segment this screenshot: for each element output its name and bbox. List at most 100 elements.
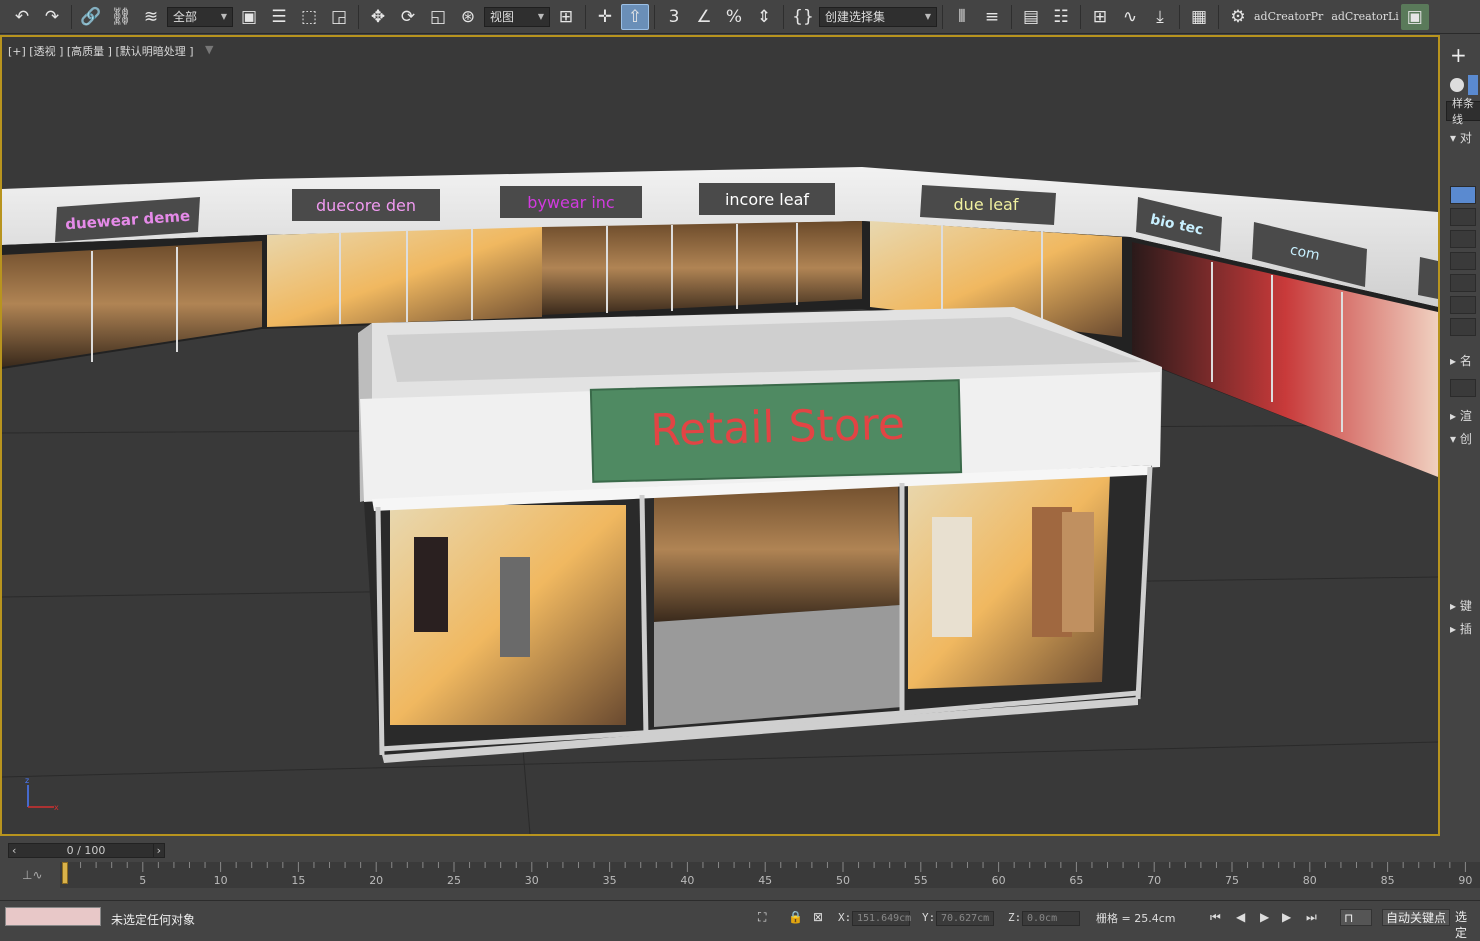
layer-explorer-icon[interactable]: ▤ <box>1017 4 1045 30</box>
axis-gizmo: z x <box>25 776 59 812</box>
plugin-label-1[interactable]: adCreatorPr <box>1254 10 1323 23</box>
x-label: X: <box>838 911 852 924</box>
angle-snap-icon[interactable]: ∠ <box>690 4 718 30</box>
snaps-toggle-icon[interactable]: 3 <box>660 4 688 30</box>
rollout-object-type[interactable]: ▾ 对 <box>1442 129 1480 146</box>
selection-lock-icon[interactable]: 🔒 <box>788 910 803 924</box>
keyboard-shortcut-toggle-icon[interactable]: ⇧ <box>621 3 649 30</box>
track-tick-label: 40 <box>680 874 694 887</box>
spinner-snap-icon[interactable]: ⇕ <box>750 4 778 30</box>
y-coordinate-field[interactable]: 70.627cm <box>936 911 994 926</box>
perspective-viewport[interactable]: duewear deme duecore den bywear inc inco… <box>0 35 1440 836</box>
retail-store-model: Retail Store <box>358 307 1162 763</box>
rollout-name-color[interactable]: ▸ 名 <box>1442 352 1480 369</box>
rollout-rendering[interactable]: ▸ 渲 <box>1442 407 1480 424</box>
material-editor-icon[interactable]: ⤓ <box>1146 4 1174 30</box>
window-crossing-icon[interactable]: ◲ <box>325 4 353 30</box>
current-frame-marker[interactable] <box>62 862 68 884</box>
selection-filter-dropdown[interactable]: 全部 ▼ <box>167 6 233 27</box>
render-production-icon[interactable]: ⚙ <box>1224 4 1252 30</box>
pivot-center-icon[interactable]: ⊞ <box>552 4 580 30</box>
track-tick-label: 65 <box>1069 874 1083 887</box>
time-slider-prev-icon[interactable]: ‹ <box>9 844 19 857</box>
place-icon[interactable]: ⊛ <box>454 4 482 30</box>
rollout-interpolation[interactable]: ▸ 插 <box>1442 620 1480 637</box>
next-frame-icon[interactable]: ▶ <box>1282 910 1291 924</box>
scale-icon[interactable]: ◱ <box>424 4 452 30</box>
viewport-label[interactable]: [+] [透视 ] [高质量 ] [默认明暗处理 ] <box>8 43 194 59</box>
scene-render: duewear deme duecore den bywear inc inco… <box>2 167 1438 834</box>
store-entrance-interior <box>654 477 900 622</box>
select-manipulate-icon[interactable]: ✛ <box>591 4 619 30</box>
absolute-mode-icon[interactable]: ⊠ <box>813 910 823 924</box>
render-setup-icon[interactable]: ▦ <box>1185 4 1213 30</box>
rect-region-icon[interactable]: ⬚ <box>295 4 323 30</box>
object-button[interactable] <box>1450 208 1476 226</box>
rollout-spacer <box>1442 447 1480 597</box>
select-by-name-icon[interactable]: ☰ <box>265 4 293 30</box>
track-tick-label: 55 <box>914 874 928 887</box>
time-slider-next-icon[interactable]: › <box>152 844 164 857</box>
align-icon[interactable]: ≡ <box>978 4 1006 30</box>
plugin-label-2[interactable]: adCreatorLi <box>1331 10 1398 23</box>
redo-icon[interactable]: ↷ <box>38 4 66 30</box>
go-to-end-icon[interactable]: ⏭ <box>1306 910 1317 925</box>
section-label: 渲 <box>1459 409 1472 423</box>
reference-coord-dropdown[interactable]: 视图 ▼ <box>484 6 550 27</box>
isolate-selection-icon[interactable]: ⛶ <box>758 910 766 925</box>
track-tick-label: 60 <box>992 874 1006 887</box>
track-tick-label: 80 <box>1303 874 1317 887</box>
edit-named-sets-icon[interactable]: {} <box>789 4 817 30</box>
viewport-filter-icon[interactable]: ▼ <box>205 43 213 56</box>
command-panel: + 样条线 ▾ 对 ▸ 名 ▸ 渲 ▾ 创 ▸ 键 ▸ 插 <box>1442 35 1480 836</box>
object-button[interactable] <box>1450 252 1476 270</box>
curve-editor-icon[interactable]: ∿ <box>1116 4 1144 30</box>
object-button[interactable] <box>1450 296 1476 314</box>
rollout-creation-method[interactable]: ▾ 创 <box>1442 430 1480 447</box>
track-tick-label: 90 <box>1458 874 1472 887</box>
x-coordinate-field[interactable]: 151.649cm <box>852 911 911 926</box>
status-message: 未选定任何对象 <box>111 913 196 927</box>
percent-snap-icon[interactable]: % <box>720 4 748 30</box>
object-button-active[interactable] <box>1450 186 1476 204</box>
auto-key-button[interactable]: 自动关键点 <box>1382 909 1451 926</box>
status-bar: 未选定任何对象 ⛶ 🔒 ⊠ X: 151.649cm Y: 70.627cm Z… <box>0 900 1480 940</box>
previous-frame-icon[interactable]: ◀ <box>1236 910 1245 924</box>
link-icon[interactable]: 🔗 <box>77 4 105 30</box>
mini-curve-editor-icon[interactable]: ⊥∿ <box>22 868 43 882</box>
schematic-view-icon[interactable]: ⊞ <box>1086 4 1114 30</box>
create-tab-icon[interactable]: + <box>1442 35 1480 67</box>
geometry-icon[interactable] <box>1450 78 1464 92</box>
track-tick-label: 30 <box>525 874 539 887</box>
bind-space-warp-icon[interactable]: ≋ <box>137 4 165 30</box>
main-toolbar: ↶ ↷ 🔗 ⛓ ≋ 全部 ▼ ▣ ☰ ⬚ ◲ ✥ ⟳ ◱ ⊛ 视图 ▼ ⊞ ✛ ⇧ … <box>0 0 1480 34</box>
object-button[interactable] <box>1450 230 1476 248</box>
object-button[interactable] <box>1450 318 1476 336</box>
rollout-keyboard-entry[interactable]: ▸ 键 <box>1442 597 1480 614</box>
play-icon[interactable]: ▶ <box>1260 910 1269 924</box>
named-selection-dropdown[interactable]: 创建选择集 ▼ <box>819 6 937 27</box>
object-type-row <box>1450 75 1480 95</box>
toggle-ribbon-icon[interactable]: ☷ <box>1047 4 1075 30</box>
toolbar-divider <box>358 4 359 29</box>
set-key-icon[interactable]: ⊓ <box>1340 909 1372 926</box>
category-dropdown[interactable]: 样条线 <box>1446 97 1480 126</box>
store-entrance-floor <box>654 605 902 727</box>
shapes-icon[interactable] <box>1468 75 1478 95</box>
section-label: 创 <box>1459 432 1472 446</box>
object-button[interactable] <box>1450 274 1476 292</box>
track-bar[interactable]: 051015202530354045505560657075808590 <box>60 862 1480 888</box>
move-icon[interactable]: ✥ <box>364 4 392 30</box>
go-to-start-icon[interactable]: ⏮ <box>1210 910 1221 925</box>
render-frame-icon[interactable]: ▣ <box>1400 3 1429 30</box>
mirror-icon[interactable]: ⫴ <box>948 4 976 30</box>
time-slider[interactable]: ‹ 0 / 100 › <box>8 843 165 858</box>
selected-filter[interactable]: 选定 <box>1452 909 1480 940</box>
unlink-icon[interactable]: ⛓ <box>107 4 135 30</box>
rotate-icon[interactable]: ⟳ <box>394 4 422 30</box>
z-coordinate-field[interactable]: 0.0cm <box>1022 911 1080 926</box>
maxscript-listener-swatch[interactable] <box>5 907 101 926</box>
name-field[interactable] <box>1450 379 1476 397</box>
undo-icon[interactable]: ↶ <box>8 4 36 30</box>
select-object-icon[interactable]: ▣ <box>235 4 263 30</box>
